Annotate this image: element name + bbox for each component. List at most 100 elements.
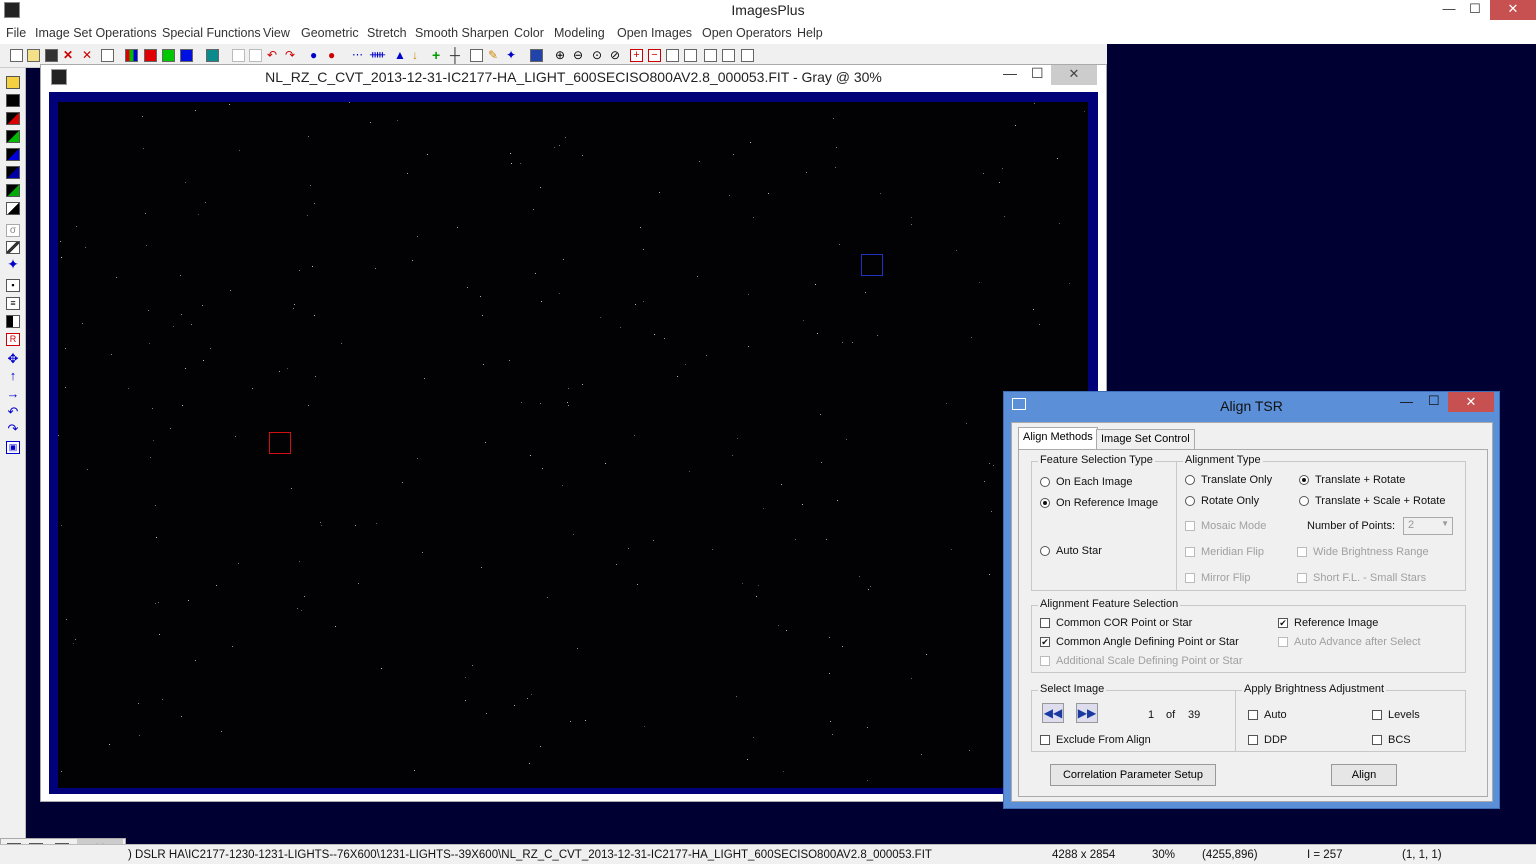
menu-open-images[interactable]: Open Images xyxy=(617,26,692,40)
mountain-icon[interactable]: ▲ xyxy=(394,49,407,62)
rotate-right-tool-icon[interactable]: ↷ xyxy=(6,422,20,436)
tab-image-set-control[interactable]: Image Set Control xyxy=(1096,429,1195,449)
green-channel-icon[interactable] xyxy=(162,49,175,62)
menu-geometric[interactable]: Geometric xyxy=(301,26,359,40)
image-maximize-button[interactable]: ☐ xyxy=(1031,65,1044,82)
wand-icon[interactable]: ᚔ xyxy=(370,49,385,62)
pencil-icon[interactable]: ✎ xyxy=(488,49,501,62)
table-icon[interactable] xyxy=(530,49,543,62)
red-channel-icon[interactable] xyxy=(144,49,157,62)
radio-on-each-image[interactable]: On Each Image xyxy=(1040,476,1132,488)
close-image-icon[interactable]: ✕ xyxy=(82,49,95,62)
checkbox-bcs[interactable]: BCS xyxy=(1372,734,1411,746)
menu-image-set-operations[interactable]: Image Set Operations xyxy=(35,26,157,40)
rotate-left-tool-icon[interactable]: ↶ xyxy=(6,405,20,419)
correlation-parameter-setup-button[interactable]: Correlation Parameter Setup xyxy=(1050,764,1216,786)
checkbox-common-angle[interactable]: ✔ Common Angle Defining Point or Star xyxy=(1040,636,1239,648)
checkbox-exclude-from-align[interactable]: Exclude From Align xyxy=(1040,734,1151,746)
save-tool-icon[interactable] xyxy=(6,76,20,89)
star-tool-icon[interactable]: ✦ xyxy=(6,257,20,271)
grid-icon[interactable] xyxy=(206,49,219,62)
next-image-button[interactable]: ▶▶ xyxy=(1076,703,1098,723)
point-tool-icon[interactable]: ▪ xyxy=(6,279,20,292)
radio-translate-scale-rotate[interactable]: Translate + Scale + Rotate xyxy=(1299,495,1445,507)
frame4-icon[interactable] xyxy=(722,49,735,62)
redo-icon[interactable]: ↷ xyxy=(285,49,298,62)
black-tool-icon[interactable] xyxy=(6,94,20,107)
new-icon[interactable] xyxy=(10,49,23,62)
radio-translate-rotate[interactable]: Translate + Rotate xyxy=(1299,474,1405,486)
checkbox-mirror-flip[interactable]: Mirror Flip xyxy=(1185,572,1251,584)
tab-align-methods[interactable]: Align Methods xyxy=(1018,427,1098,449)
delete-icon[interactable]: ✕ xyxy=(63,49,76,62)
dots-icon[interactable]: ⋯ xyxy=(352,49,365,62)
histogram-tool-icon[interactable]: σ xyxy=(6,224,20,237)
checkbox-meridian-flip[interactable]: Meridian Flip xyxy=(1185,546,1264,558)
dialog-close-button[interactable]: ✕ xyxy=(1448,392,1494,412)
checkbox-reference-image[interactable]: ✔ Reference Image xyxy=(1278,617,1378,629)
channel2-tool-icon[interactable] xyxy=(6,184,20,197)
checkbox-auto[interactable]: Auto xyxy=(1248,709,1287,721)
radio-on-reference-image[interactable]: On Reference Image xyxy=(1040,497,1158,509)
radio-auto-star[interactable]: Auto Star xyxy=(1040,545,1102,557)
red-tool-icon[interactable] xyxy=(6,112,20,125)
copy-tool-icon[interactable]: ▣ xyxy=(6,441,20,454)
dialog-minimize-button[interactable]: — xyxy=(1400,394,1413,409)
checkbox-levels[interactable]: Levels xyxy=(1372,709,1420,721)
frame2-icon[interactable] xyxy=(684,49,697,62)
menu-file[interactable]: File xyxy=(6,26,26,40)
image-canvas[interactable] xyxy=(58,102,1088,788)
undo-icon[interactable]: ↶ xyxy=(267,49,280,62)
minimize-button[interactable]: — xyxy=(1436,0,1462,20)
align-button[interactable]: Align xyxy=(1331,764,1397,786)
checkbox-common-cor[interactable]: Common COR Point or Star xyxy=(1040,617,1192,629)
frame-icon[interactable] xyxy=(666,49,679,62)
contrast-tool-icon[interactable] xyxy=(6,315,20,328)
blue-tool-icon[interactable] xyxy=(6,148,20,161)
measure-icon[interactable] xyxy=(470,49,483,62)
invert-tool-icon[interactable] xyxy=(6,202,20,215)
reset-tool-icon[interactable]: R xyxy=(6,333,20,346)
levels-tool-icon[interactable]: ≡ xyxy=(6,297,20,310)
rgb-icon[interactable] xyxy=(125,49,138,62)
maximize-button[interactable]: ☐ xyxy=(1462,0,1488,20)
channel-tool-icon[interactable] xyxy=(6,166,20,179)
image-close-button[interactable]: ✕ xyxy=(1051,65,1097,85)
red-selection-box[interactable] xyxy=(269,432,291,454)
num-points-select[interactable]: 2 ▼ xyxy=(1403,517,1453,535)
redo-disabled-icon[interactable] xyxy=(249,49,262,62)
zoom-100-icon[interactable]: ⊘ xyxy=(610,49,623,62)
menu-smooth-sharpen[interactable]: Smooth Sharpen xyxy=(415,26,509,40)
menu-special-functions[interactable]: Special Functions xyxy=(162,26,261,40)
undo-disabled-icon[interactable] xyxy=(232,49,245,62)
frame3-icon[interactable] xyxy=(704,49,717,62)
add-icon[interactable]: + xyxy=(432,48,445,62)
blue-channel-icon[interactable] xyxy=(180,49,193,62)
dialog-maximize-button[interactable]: ☐ xyxy=(1428,393,1440,409)
move-tool-icon[interactable]: ✥ xyxy=(6,352,20,366)
marker-icon[interactable]: ● xyxy=(328,49,341,62)
sparkle-icon[interactable]: ✦ xyxy=(506,49,519,62)
menu-open-operators[interactable]: Open Operators xyxy=(702,26,792,40)
close-button[interactable]: ✕ xyxy=(1490,0,1536,20)
green-tool-icon[interactable] xyxy=(6,130,20,143)
arrow-up-tool-icon[interactable]: ↑ xyxy=(6,369,20,383)
diagonal-tool-icon[interactable] xyxy=(6,241,20,254)
previous-image-button[interactable]: ◀◀ xyxy=(1042,703,1064,723)
checkbox-auto-advance[interactable]: Auto Advance after Select xyxy=(1278,636,1421,648)
image-minimize-button[interactable]: — xyxy=(1003,65,1017,81)
zoom-box-out-icon[interactable]: − xyxy=(648,49,661,62)
blue-selection-box[interactable] xyxy=(861,254,883,276)
zoom-box-in-icon[interactable]: + xyxy=(630,49,643,62)
radio-rotate-only[interactable]: Rotate Only xyxy=(1185,495,1259,507)
menu-stretch[interactable]: Stretch xyxy=(367,26,407,40)
zoom-fit-icon[interactable]: ⊙ xyxy=(592,49,605,62)
checkbox-mosaic-mode[interactable]: Mosaic Mode xyxy=(1185,520,1266,532)
arrow-right-tool-icon[interactable]: → xyxy=(6,387,20,401)
point-icon[interactable]: ● xyxy=(310,49,323,62)
menu-color[interactable]: Color xyxy=(514,26,544,40)
print-icon[interactable] xyxy=(101,49,114,62)
frame5-icon[interactable] xyxy=(741,49,754,62)
checkbox-wide-brightness[interactable]: Wide Brightness Range xyxy=(1297,546,1429,558)
open-icon[interactable] xyxy=(27,49,40,62)
